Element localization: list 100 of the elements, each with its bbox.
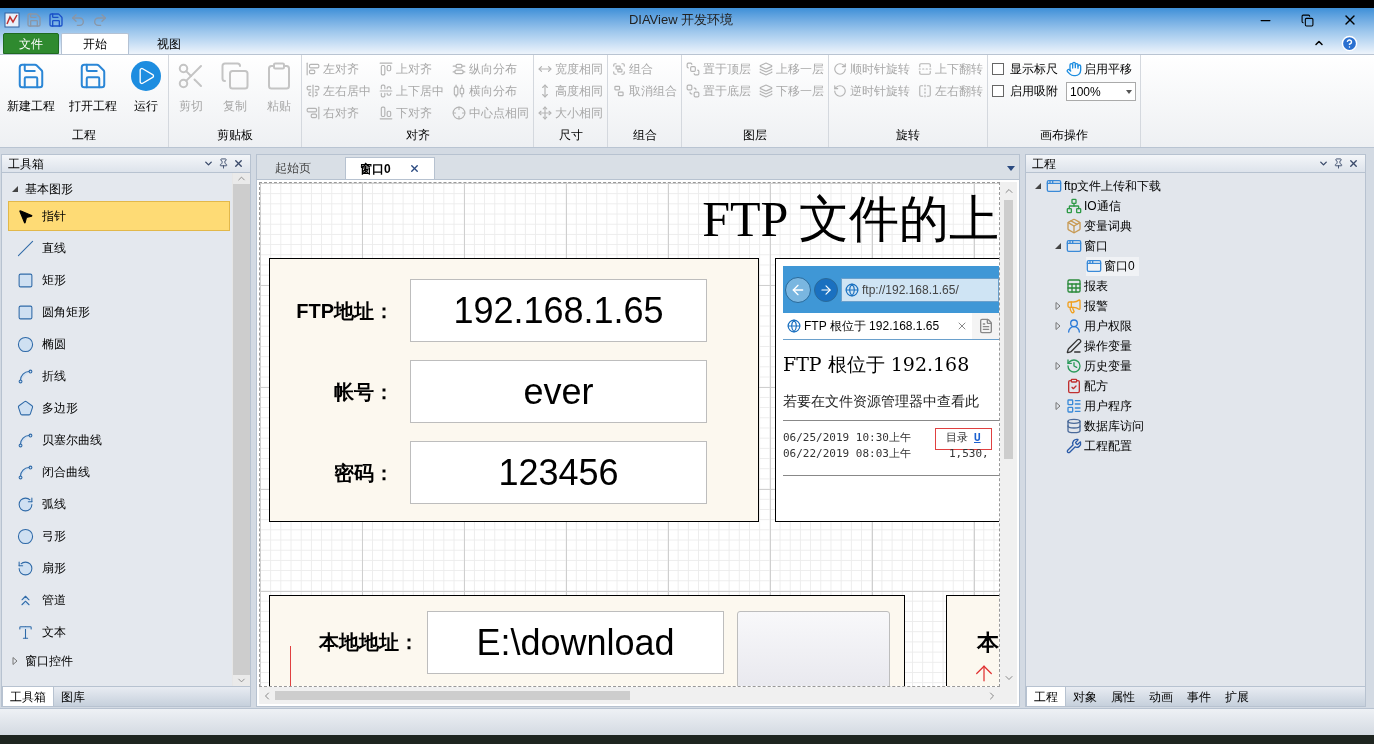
tree-item[interactable]: 变量词典 <box>1066 216 1136 236</box>
tree-item[interactable]: 历史变量 <box>1066 356 1136 376</box>
ribbon-button[interactable]: 运行 <box>128 57 164 115</box>
toolbox-item[interactable]: 管道 <box>8 585 230 615</box>
address-field[interactable]: ftp://192.168.1.65/ <box>841 277 999 302</box>
ribbon-tab[interactable]: 视图 <box>131 33 207 54</box>
toolbox-item[interactable]: 椭圆 <box>8 329 230 359</box>
expanded-arrow-icon[interactable] <box>1034 182 1042 190</box>
curve-icon <box>17 431 34 449</box>
tree-item[interactable]: ftp文件上传和下载 <box>1046 176 1166 196</box>
zoom-select[interactable]: 100% <box>1066 82 1136 101</box>
restore-icon[interactable] <box>1301 13 1314 27</box>
section-header[interactable]: 基本图形 <box>25 180 73 198</box>
back-icon[interactable] <box>785 276 811 303</box>
input-field[interactable]: 192.168.1.65 <box>410 279 707 342</box>
new-tab-icon[interactable] <box>978 318 995 334</box>
tree-item[interactable]: 报表 <box>1066 276 1112 296</box>
listing-link[interactable]: U <box>974 430 981 447</box>
checkbox-label: 启用吸附 <box>1010 83 1058 100</box>
forward-icon[interactable] <box>814 277 838 302</box>
input-field[interactable]: 123456 <box>410 441 707 504</box>
browse-button[interactable] <box>737 611 890 686</box>
tree-item[interactable]: 用户权限 <box>1066 316 1136 336</box>
scroll-down-icon[interactable] <box>233 675 250 686</box>
toolbox-item[interactable]: 折线 <box>8 361 230 391</box>
ribbon-button[interactable]: 打开工程 <box>66 57 120 115</box>
open-project-icon <box>78 61 108 91</box>
size-icon <box>538 106 552 120</box>
listing-type: 目录 U <box>935 427 992 450</box>
tree-item[interactable]: 配方 <box>1066 376 1112 396</box>
collapsed-arrow-icon[interactable] <box>1054 402 1062 410</box>
tree-item[interactable]: IO通信 <box>1066 196 1125 216</box>
collapsed-arrow-icon[interactable] <box>1054 302 1062 310</box>
ribbon-tab[interactable]: 开始 <box>61 33 129 54</box>
panel-tab[interactable]: 属性 <box>1104 687 1142 706</box>
toolbox-item[interactable]: 扇形 <box>8 553 230 583</box>
panel-tab[interactable]: 图库 <box>54 687 92 706</box>
toolbox-item[interactable]: 直线 <box>8 233 230 263</box>
toolbox-item[interactable]: 圆角矩形 <box>8 297 230 327</box>
close-icon[interactable] <box>233 158 244 169</box>
pin-icon[interactable] <box>218 158 229 169</box>
toolbox-item[interactable]: 文本 <box>8 617 230 647</box>
ribbon-button[interactable]: 启用平移 <box>1066 58 1136 80</box>
send-back-icon <box>686 84 700 98</box>
tree-item[interactable]: 工程配置 <box>1066 436 1136 456</box>
tree-item[interactable]: 用户程序 <box>1066 396 1136 416</box>
document-tab[interactable]: 起始页 <box>261 157 341 179</box>
tree-item[interactable]: 窗口 <box>1066 236 1112 256</box>
panel-tab[interactable]: 事件 <box>1180 687 1218 706</box>
toolbox-item[interactable]: 贝塞尔曲线 <box>8 425 230 455</box>
tree-item[interactable]: 窗口0 <box>1086 256 1139 276</box>
panel-tab[interactable]: 工具箱 <box>2 687 54 706</box>
toolbox-item[interactable]: 弓形 <box>8 521 230 551</box>
window-icon <box>1046 178 1062 194</box>
toolbox-item[interactable]: 多边形 <box>8 393 230 423</box>
ellipse-icon <box>17 335 34 353</box>
checkbox[interactable] <box>992 85 1004 97</box>
collapsed-arrow-icon[interactable] <box>11 657 19 665</box>
help-icon[interactable] <box>1341 35 1358 52</box>
document-tab[interactable]: 窗口0 <box>345 157 435 179</box>
tree-item[interactable]: 数据库访问 <box>1066 416 1148 436</box>
toolbox-item[interactable]: 弧线 <box>8 489 230 519</box>
copy-icon <box>220 61 250 91</box>
checkbox[interactable] <box>992 63 1004 75</box>
input-field[interactable]: E:\download <box>427 611 724 674</box>
panel-tab[interactable]: 扩展 <box>1218 687 1256 706</box>
dropdown-icon[interactable] <box>1318 158 1329 169</box>
panel-tab[interactable]: 工程 <box>1026 687 1066 706</box>
design-canvas[interactable]: FTP 文件的上 FTP地址： 192.168.1.65 帐号： ever 密码： 123456 ftp://192.168.1.65/ FTP 根位于 192.168.1.65 FTP 根位于 192.168 若要在文件资源管理器中查看此 06/25/2019 10:30上午 目录 U 06/22/2019 08:03上午 1,530, 本地地址： E:\download 本 <box>259 182 1000 687</box>
section-header[interactable]: 窗口控件 <box>25 652 73 670</box>
tree-item[interactable]: 操作变量 <box>1066 336 1136 356</box>
rounded-rectangle-icon <box>17 303 34 321</box>
pin-icon[interactable] <box>1333 158 1344 169</box>
dropdown-icon[interactable] <box>203 158 214 169</box>
toolbox-item[interactable]: 矩形 <box>8 265 230 295</box>
close-tab-icon[interactable] <box>408 163 420 174</box>
collapsed-arrow-icon[interactable] <box>1054 322 1062 330</box>
tree-item[interactable]: 报警 <box>1066 296 1112 316</box>
align-top-icon <box>379 62 393 76</box>
toolbox-item[interactable]: 指针 <box>8 201 230 231</box>
ribbon-tab[interactable]: 文件 <box>3 33 59 54</box>
panel-tab[interactable]: 对象 <box>1066 687 1104 706</box>
expanded-arrow-icon[interactable] <box>1054 242 1062 250</box>
ribbon-group-label: 旋转 <box>895 127 921 144</box>
expanded-arrow-icon[interactable] <box>11 185 19 193</box>
panel-tab[interactable]: 动画 <box>1142 687 1180 706</box>
browser-tab[interactable]: FTP 根位于 192.168.1.65 <box>783 313 973 339</box>
save-icon[interactable] <box>48 12 64 28</box>
bring-front-icon <box>686 62 700 76</box>
field-label: 帐号： <box>333 379 395 405</box>
spreadsheet-icon <box>1066 278 1082 294</box>
toolbox-item[interactable]: 闭合曲线 <box>8 457 230 487</box>
input-field[interactable]: ever <box>410 360 707 423</box>
close-icon[interactable] <box>1348 158 1359 169</box>
dropdown-icon[interactable] <box>1007 166 1015 171</box>
scrollbar[interactable] <box>232 173 250 686</box>
window-icon <box>1066 238 1082 254</box>
collapsed-arrow-icon[interactable] <box>1054 362 1062 370</box>
history-icon <box>1066 358 1082 374</box>
ribbon-button[interactable]: 新建工程 <box>4 57 58 115</box>
